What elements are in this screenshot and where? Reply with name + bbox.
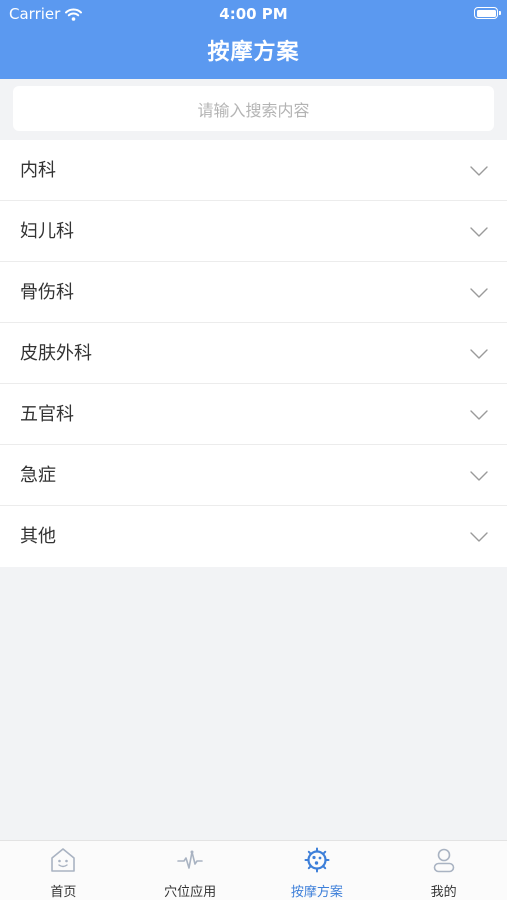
pulse-icon <box>177 850 203 869</box>
category-item-orthopedics[interactable]: 骨伤科 <box>0 262 507 323</box>
chevron-down-icon <box>470 166 488 176</box>
tab-massage-plan[interactable]: 按摩方案 <box>254 841 381 900</box>
category-label: 皮肤外科 <box>20 343 92 364</box>
tab-label: 我的 <box>430 885 457 900</box>
category-item-ent[interactable]: 五官科 <box>0 384 507 445</box>
home-icon <box>51 848 76 872</box>
category-list: 内科 妇儿科 骨伤科 皮肤外科 五官科 急症 其他 <box>0 140 507 567</box>
category-item-emergency[interactable]: 急症 <box>0 445 507 506</box>
chevron-down-icon <box>470 349 488 359</box>
battery-icon <box>474 7 501 19</box>
search-input[interactable]: 请输入搜索内容 <box>13 86 494 131</box>
tab-label: 按摩方案 <box>290 885 343 900</box>
category-label: 妇儿科 <box>20 221 74 242</box>
tab-acupoint-application[interactable]: 穴位应用 <box>127 841 254 900</box>
category-item-internal-medicine[interactable]: 内科 <box>0 140 507 201</box>
tab-mine[interactable]: 我的 <box>380 841 507 900</box>
tab-label: 首页 <box>50 885 77 900</box>
category-label: 五官科 <box>20 404 74 425</box>
category-label: 骨伤科 <box>20 282 74 303</box>
chevron-down-icon <box>470 471 488 481</box>
chevron-down-icon <box>470 227 488 237</box>
page-title: 按摩方案 <box>207 40 300 65</box>
bottom-tab-bar: 首页 穴位应用 按摩方案 我的 <box>0 840 507 900</box>
chevron-down-icon <box>470 288 488 298</box>
category-label: 其他 <box>20 526 56 547</box>
category-label: 急症 <box>20 465 56 486</box>
massage-virus-icon <box>304 847 330 873</box>
tab-home[interactable]: 首页 <box>0 841 127 900</box>
category-item-dermatology-surgery[interactable]: 皮肤外科 <box>0 323 507 384</box>
app-header: Carrier 4:00 PM 按摩方案 <box>0 0 507 79</box>
chevron-down-icon <box>470 410 488 420</box>
category-label: 内科 <box>20 160 56 181</box>
status-bar: Carrier 4:00 PM <box>0 0 507 26</box>
status-time: 4:00 PM <box>219 5 288 23</box>
search-bar: 请输入搜索内容 <box>0 79 507 139</box>
tab-label: 穴位应用 <box>164 885 217 900</box>
search-placeholder: 请输入搜索内容 <box>197 100 310 120</box>
category-item-other[interactable]: 其他 <box>0 506 507 567</box>
chevron-down-icon <box>470 532 488 542</box>
user-icon <box>433 848 454 873</box>
category-item-gynecology-pediatrics[interactable]: 妇儿科 <box>0 201 507 262</box>
